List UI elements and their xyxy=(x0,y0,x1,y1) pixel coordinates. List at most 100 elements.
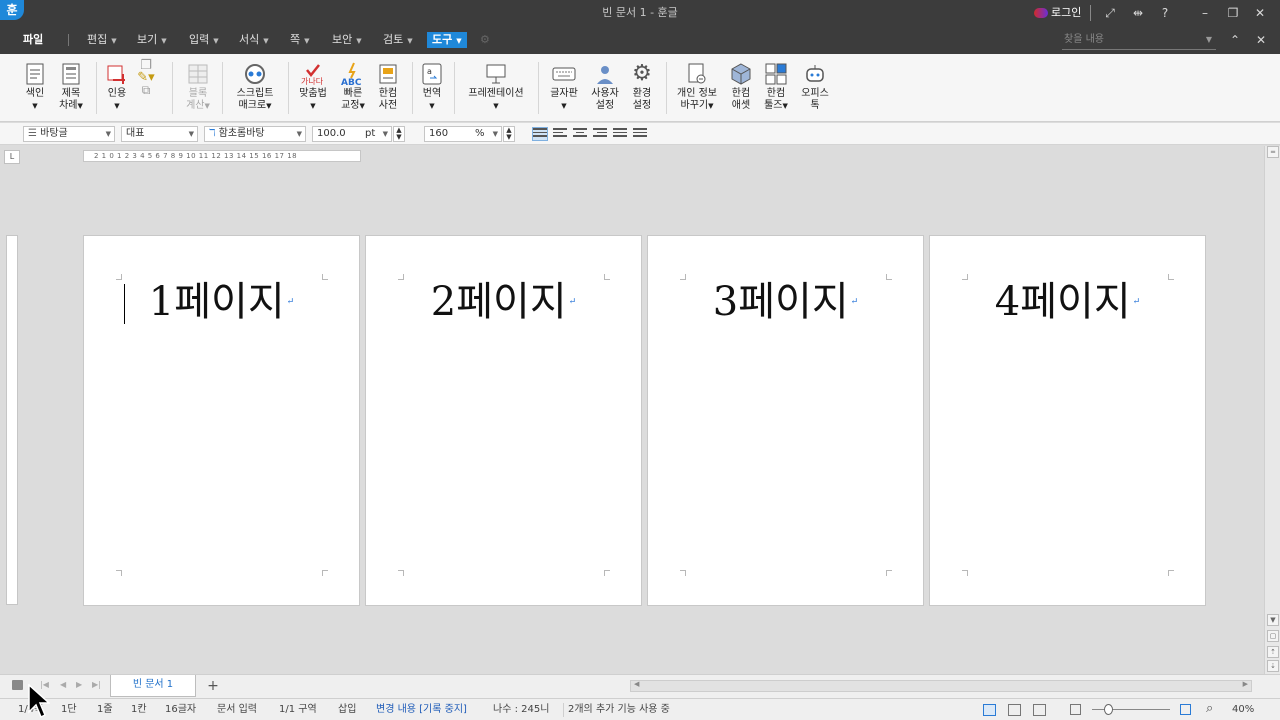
page-text[interactable]: 1페이지 ↵ xyxy=(84,280,359,324)
script-macro-button[interactable]: 스크립트 매크로▼ xyxy=(232,62,278,112)
chevron-down-icon: ▼ xyxy=(161,37,167,45)
status-track-changes[interactable]: 변경 내용 [기록 중지] xyxy=(376,703,467,717)
line-spacing-input[interactable]: 160 % ▼ xyxy=(424,126,502,142)
minimize-icon[interactable]: – xyxy=(1196,4,1214,22)
fit-width-view-icon[interactable] xyxy=(1008,704,1021,716)
tab-stop-selector[interactable]: L xyxy=(4,150,20,164)
block-calc-button[interactable]: 블록 계산▼ xyxy=(184,62,212,112)
fullscreen-icon[interactable]: ⤢ xyxy=(1101,4,1119,22)
macro-icon xyxy=(243,62,267,86)
spellcheck-button[interactable]: 가나다 맞춤법 ▼ xyxy=(296,62,330,112)
page-view-icon[interactable]: ▢ xyxy=(1267,630,1279,642)
document-tab[interactable]: 빈 문서 1 xyxy=(110,675,196,697)
page-layout-view-icon[interactable] xyxy=(983,704,996,716)
add-tab-button[interactable]: + xyxy=(204,678,222,694)
line-spacing-stepper[interactable]: ▲ ▼ xyxy=(503,126,515,142)
index-button[interactable]: 색인 ▼ xyxy=(22,62,48,112)
vertical-ruler[interactable] xyxy=(6,235,18,605)
zoom-page-icon[interactable] xyxy=(1180,704,1191,715)
last-tab-icon[interactable]: ▶| xyxy=(92,680,101,689)
close-icon[interactable]: ✕ xyxy=(1251,4,1269,22)
help-icon[interactable]: ? xyxy=(1156,4,1174,22)
preferences-button[interactable]: ⚙ 환경 설정 xyxy=(628,62,656,112)
menu-tools[interactable]: 도구 ▼ xyxy=(427,32,467,48)
align-right-icon[interactable] xyxy=(593,128,607,140)
chevron-down-icon[interactable]: ▼ xyxy=(1206,30,1212,50)
align-distribute-icon[interactable] xyxy=(613,128,627,140)
horizontal-ruler[interactable]: 2 1 0 1 2 3 4 5 6 7 8 9 10 11 12 13 14 1… xyxy=(83,150,361,162)
align-justify-icon[interactable] xyxy=(532,127,548,141)
index-icon xyxy=(23,62,47,86)
prev-tab-icon[interactable]: ◀ xyxy=(60,680,66,689)
vertical-scrollbar[interactable]: ═ ▼ ▢ ⇡ ⇣ xyxy=(1264,146,1280,674)
menu-page[interactable]: 쪽 ▼ xyxy=(290,32,310,48)
page-3[interactable]: 3페이지 ↵ xyxy=(647,235,924,606)
font-select[interactable]: ℸ 함초롬바탕 ▼ xyxy=(204,126,306,142)
chevron-down-icon: ▼ xyxy=(493,102,499,110)
quick-correct-button[interactable]: ABC 빠른 교정▼ xyxy=(338,62,368,112)
status-input-mode[interactable]: 문서 입력 xyxy=(217,703,257,717)
horizontal-scrollbar[interactable]: ◀ ▶ xyxy=(630,680,1252,692)
menu-security[interactable]: 보안 ▼ xyxy=(332,32,362,48)
menu-file[interactable]: 파일 xyxy=(23,32,43,48)
chevron-down-icon: ▼ xyxy=(114,102,120,110)
page-4[interactable]: 4페이지 ↵ xyxy=(929,235,1206,606)
full-page-view-icon[interactable] xyxy=(1033,704,1046,716)
next-tab-icon[interactable]: ▶ xyxy=(76,680,82,689)
citation-tools[interactable]: ❐ ✎▾ ⧉ xyxy=(134,59,158,97)
page-text[interactable]: 2페이지 ↵ xyxy=(366,280,641,324)
style-select[interactable]: ☰ 바탕글 ▼ xyxy=(23,126,115,142)
zoom-value[interactable]: 40% xyxy=(1232,703,1254,717)
office-talk-button[interactable]: 오피스 톡 xyxy=(798,62,832,112)
menu-edit[interactable]: 편집 ▼ xyxy=(87,32,117,48)
menu-view[interactable]: 보기 ▼ xyxy=(137,32,167,48)
keyboard-button[interactable]: 글자판 ▼ xyxy=(548,62,580,112)
language-select[interactable]: 대표 ▼ xyxy=(121,126,198,142)
align-center-icon[interactable] xyxy=(573,128,587,140)
page-2[interactable]: 2페이지 ↵ xyxy=(365,235,642,606)
page-text[interactable]: 4페이지 ↵ xyxy=(930,280,1205,324)
align-left-icon[interactable] xyxy=(553,128,567,140)
extra-menu-icon[interactable]: ⚙ xyxy=(480,32,490,48)
page-1[interactable]: 1페이지 ↵ xyxy=(83,235,360,606)
next-page-icon[interactable]: ⇣ xyxy=(1267,660,1279,672)
close-document-icon[interactable]: ✕ xyxy=(1252,31,1270,49)
collapse-ribbon-icon[interactable]: ⌃ xyxy=(1226,31,1244,49)
prev-page-icon[interactable]: ⇡ xyxy=(1267,646,1279,658)
privacy-replace-button[interactable]: 개인 정보 바꾸기▼ xyxy=(674,62,720,112)
font-size-input[interactable]: 100.0 pt ▼ xyxy=(312,126,392,142)
status-addons[interactable]: 2개의 추가 기능 사용 중 xyxy=(568,703,670,717)
status-insert-mode[interactable]: 삽입 xyxy=(338,703,356,717)
scroll-down-icon[interactable]: ▼ xyxy=(1267,614,1279,626)
citation-button[interactable]: 인용 ▼ xyxy=(104,62,130,112)
restore-icon[interactable]: ❐ xyxy=(1224,4,1242,22)
toc-button[interactable]: 제목 차례▼ xyxy=(56,62,86,112)
zoom-slider-handle[interactable] xyxy=(1104,704,1113,715)
robot-icon xyxy=(803,62,827,86)
menu-format[interactable]: 서식 ▼ xyxy=(239,32,269,48)
tools-label-1: 한컴 xyxy=(766,88,786,99)
menu-review[interactable]: 검토 ▼ xyxy=(383,32,413,48)
scroll-split-icon[interactable]: ═ xyxy=(1267,146,1279,158)
page-text[interactable]: 3페이지 ↵ xyxy=(648,280,923,324)
scroll-right-icon[interactable]: ▶ xyxy=(1243,680,1248,688)
resize-icon[interactable]: ⇹ xyxy=(1129,4,1147,22)
font-size-stepper[interactable]: ▲ ▼ xyxy=(393,126,405,142)
user-settings-button[interactable]: 사용자 설정 xyxy=(588,62,622,112)
menu-insert[interactable]: 입력 ▼ xyxy=(189,32,219,48)
presentation-button[interactable]: 프레젠테이션 ▼ xyxy=(464,62,528,112)
hancom-tools-button[interactable]: 한컴 툴즈▼ xyxy=(761,62,791,112)
search-placeholder: 찾을 내용 xyxy=(1064,34,1104,45)
memo-icon[interactable] xyxy=(12,680,23,690)
zoom-fit-icon[interactable] xyxy=(1070,704,1081,715)
login-button[interactable]: 로그인 xyxy=(1034,5,1081,21)
magnifier-icon[interactable]: ⌕ xyxy=(1206,701,1213,716)
link-icon: ⧉ xyxy=(141,83,151,97)
dictionary-button[interactable]: 한컴 사전 xyxy=(374,62,402,112)
align-split-icon[interactable] xyxy=(633,128,647,140)
line-spacing-unit: % xyxy=(475,128,485,139)
translate-button[interactable]: a 번역 ▼ xyxy=(420,62,444,112)
search-input[interactable]: 찾을 내용 ▼ xyxy=(1062,30,1216,50)
scroll-left-icon[interactable]: ◀ xyxy=(634,680,639,688)
hancom-asset-button[interactable]: 한컴 애셋 xyxy=(727,62,755,112)
